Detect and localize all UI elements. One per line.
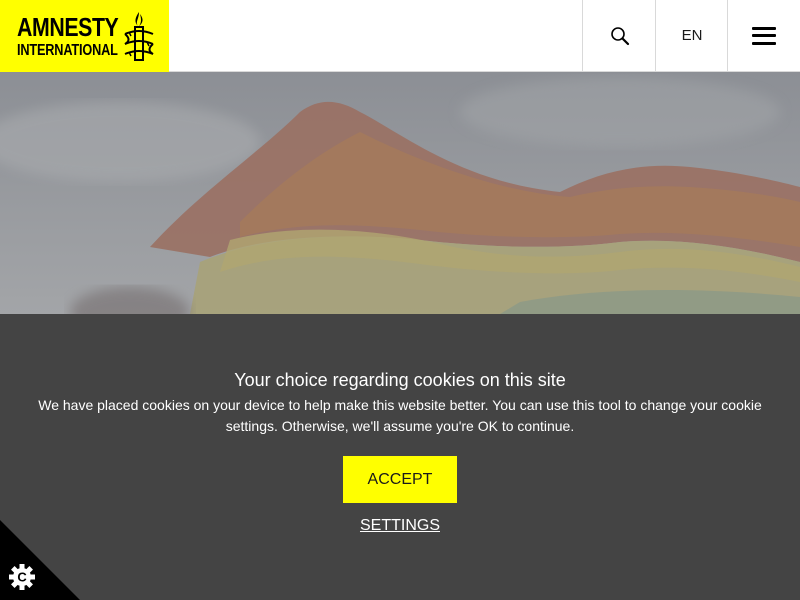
accept-cookies-button[interactable]: ACCEPT bbox=[343, 456, 457, 503]
cookie-banner: Your choice regarding cookies on this si… bbox=[0, 314, 800, 600]
amnesty-logo[interactable]: AMNESTY INTERNATIONAL bbox=[0, 0, 169, 72]
menu-button[interactable] bbox=[727, 0, 800, 71]
language-selector[interactable]: EN bbox=[655, 0, 728, 71]
page: AMNESTY INTERNATIONAL EN Your choice reg… bbox=[0, 0, 800, 600]
cookie-settings-corner[interactable]: C bbox=[0, 520, 80, 600]
cookie-banner-description: We have placed cookies on your device to… bbox=[38, 397, 762, 434]
candle-barbed-wire-icon bbox=[124, 12, 154, 61]
site-header: AMNESTY INTERNATIONAL EN bbox=[0, 0, 800, 72]
logo-line1: AMNESTY bbox=[17, 12, 119, 42]
cookie-settings-icon: C bbox=[0, 520, 80, 600]
search-button[interactable] bbox=[582, 0, 656, 71]
logo-line2: INTERNATIONAL bbox=[17, 42, 118, 59]
cookie-banner-title: Your choice regarding cookies on this si… bbox=[234, 370, 566, 390]
svg-text:C: C bbox=[17, 570, 27, 585]
cookie-settings-link[interactable]: SETTINGS bbox=[0, 517, 800, 535]
hero-image bbox=[0, 72, 800, 314]
rainbow-flag-image bbox=[0, 72, 800, 314]
language-label: EN bbox=[681, 27, 703, 44]
hamburger-menu-icon bbox=[752, 26, 776, 45]
search-icon bbox=[610, 26, 629, 45]
logo-wordmark: AMNESTY INTERNATIONAL bbox=[17, 12, 119, 59]
